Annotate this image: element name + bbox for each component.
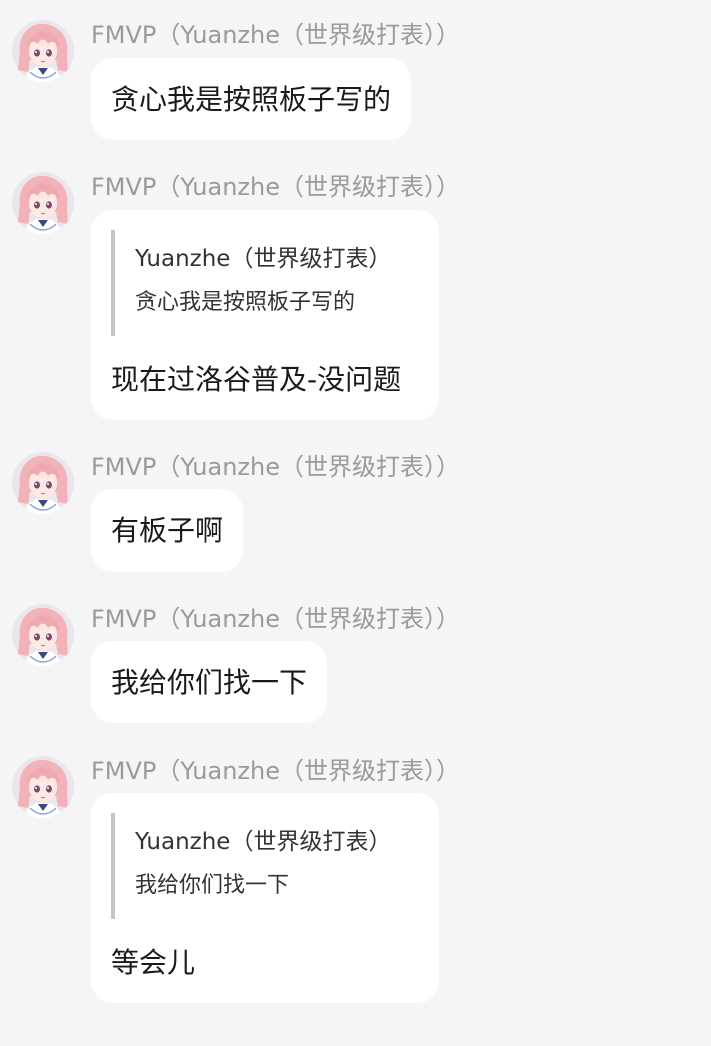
message-text: 有板子啊 xyxy=(111,514,224,547)
anime-girl-avatar-icon xyxy=(12,172,74,234)
message-bubble[interactable]: 有板子啊 xyxy=(91,489,244,572)
message-bubble[interactable]: 贪心我是按照板子写的 xyxy=(91,58,412,140)
quoted-author: Yuanzhe（世界级打表） xyxy=(135,246,392,272)
sender-avatar[interactable] xyxy=(12,172,74,234)
message-text: 等会儿 xyxy=(111,946,196,979)
sender-name: FMVP（Yuanzhe（世界级打表）） xyxy=(91,757,461,785)
sender-name: FMVP（Yuanzhe（世界级打表）） xyxy=(91,453,461,481)
message-text: 我给你们找一下 xyxy=(111,666,308,699)
sender-name: FMVP（Yuanzhe（世界级打表）） xyxy=(91,21,461,49)
message-text: 现在过洛谷普及-没问题 xyxy=(111,363,402,396)
sender-avatar[interactable] xyxy=(12,756,74,818)
sender-avatar[interactable] xyxy=(12,20,74,82)
anime-girl-avatar-icon xyxy=(12,452,74,514)
sender-avatar[interactable] xyxy=(12,452,74,514)
quoted-text: 我给你们找一下 xyxy=(135,873,290,898)
message-bubble[interactable]: Yuanzhe（世界级打表） 我给你们找一下 等会儿 xyxy=(91,793,439,1003)
sender-name: FMVP（Yuanzhe（世界级打表）） xyxy=(91,605,461,633)
quoted-message[interactable]: Yuanzhe（世界级打表） 贪心我是按照板子写的 xyxy=(111,230,419,336)
anime-girl-avatar-icon xyxy=(12,604,74,666)
quoted-author: Yuanzhe（世界级打表） xyxy=(135,829,392,855)
quoted-message[interactable]: Yuanzhe（世界级打表） 我给你们找一下 xyxy=(111,813,419,919)
quoted-text: 贪心我是按照板子写的 xyxy=(135,290,356,315)
anime-girl-avatar-icon xyxy=(12,20,74,82)
sender-name: FMVP（Yuanzhe（世界级打表）） xyxy=(91,173,461,201)
sender-avatar[interactable] xyxy=(12,604,74,666)
chat-message-list[interactable]: FMVP（Yuanzhe（世界级打表）） 贪心我是按照板子写的 FMVP（Yua… xyxy=(0,0,711,1046)
anime-girl-avatar-icon xyxy=(12,756,74,818)
message-bubble[interactable]: Yuanzhe（世界级打表） 贪心我是按照板子写的 现在过洛谷普及-没问题 xyxy=(91,210,439,420)
message-text: 贪心我是按照板子写的 xyxy=(111,83,392,116)
message-bubble[interactable]: 我给你们找一下 xyxy=(91,641,328,723)
